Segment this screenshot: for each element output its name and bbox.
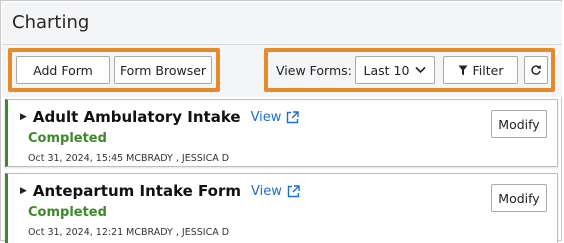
view-forms-dropdown[interactable]: Last 10 — [355, 56, 435, 84]
form-meta: Oct 31, 2024, 15:45 MCBRADY , JESSICA D — [28, 153, 230, 164]
filter-icon — [458, 65, 468, 75]
modify-button[interactable]: Modify — [491, 110, 547, 138]
form-title-row: ▶ Antepartum Intake Form View — [20, 182, 300, 200]
form-card: ▶ Adult Ambulatory Intake View Completed… — [5, 99, 558, 167]
view-link-label: View — [250, 109, 282, 125]
filter-label: Filter — [472, 62, 504, 78]
filter-button[interactable]: Filter — [443, 56, 518, 84]
refresh-icon — [531, 65, 541, 75]
chevron-down-icon — [415, 66, 427, 74]
view-link[interactable]: View — [251, 110, 300, 125]
form-status: Completed — [28, 205, 107, 220]
page-title: Charting — [12, 12, 90, 33]
form-title-row: ▶ Adult Ambulatory Intake View — [20, 108, 300, 126]
view-forms-label: View Forms: — [276, 63, 352, 78]
form-name[interactable]: Antepartum Intake Form — [33, 182, 241, 200]
external-link-icon — [287, 110, 300, 123]
caret-right-icon[interactable]: ▶ — [20, 112, 27, 122]
view-forms-selected: Last 10 — [363, 62, 410, 78]
modify-button[interactable]: Modify — [491, 184, 547, 212]
add-form-button[interactable]: Add Form — [16, 56, 110, 84]
header: Charting — [2, 2, 562, 45]
external-link-icon — [287, 184, 300, 197]
caret-right-icon[interactable]: ▶ — [20, 186, 27, 196]
form-status: Completed — [28, 131, 107, 146]
form-card: ▶ Antepartum Intake Form View Completed … — [5, 173, 558, 243]
toolbar: Add Form Form Browser View Forms: Last 1… — [2, 45, 562, 97]
charting-panel: Charting Add Form Form Browser View Form… — [0, 0, 562, 243]
form-browser-button[interactable]: Form Browser — [114, 56, 212, 84]
refresh-button[interactable] — [524, 56, 548, 84]
form-name[interactable]: Adult Ambulatory Intake — [33, 108, 241, 126]
view-link[interactable]: View — [251, 184, 300, 199]
form-meta: Oct 31, 2024, 12:21 MCBRADY , JESSICA D — [28, 227, 230, 238]
view-link-label: View — [251, 183, 282, 199]
